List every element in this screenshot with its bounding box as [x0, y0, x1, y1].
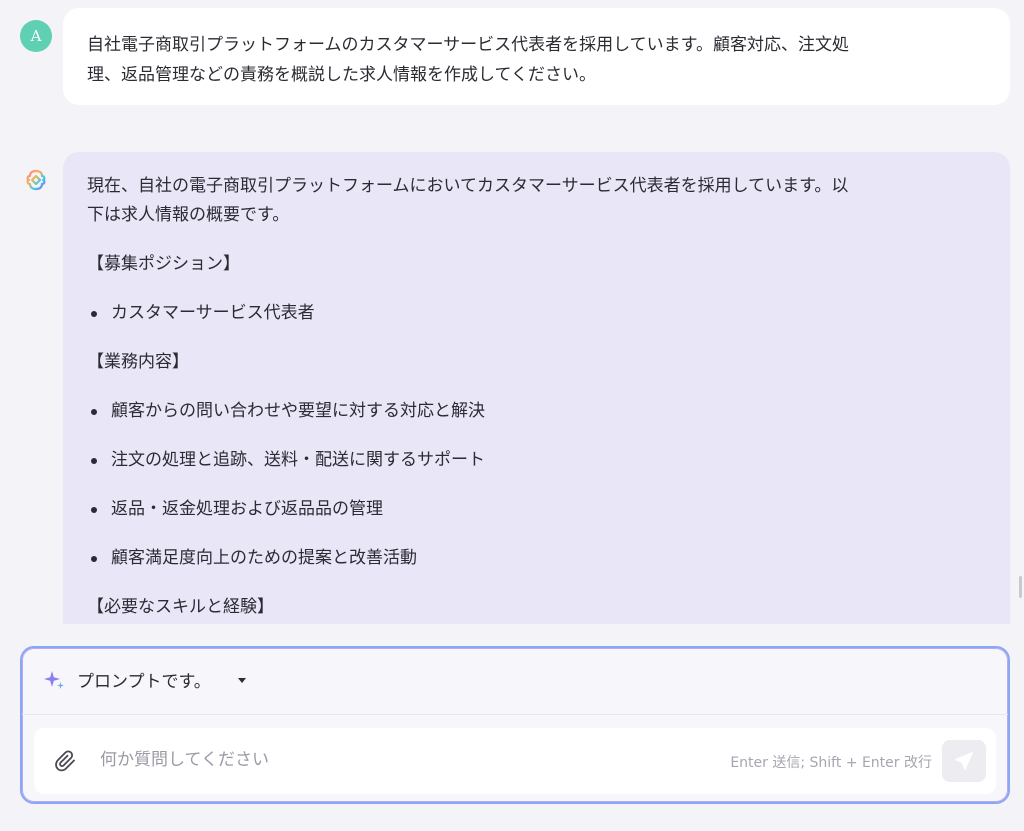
assistant-logo-icon [26, 169, 46, 191]
list-item: カスタマーサービス代表者 [87, 299, 986, 328]
assistant-message: 現在、自社の電子商取引プラットフォームにおいてカスタマーサービス代表者を採用して… [63, 152, 1010, 624]
assistant-intro-line-1: 現在、自社の電子商取引プラットフォームにおいてカスタマーサービス代表者を採用して… [87, 176, 849, 196]
chat-area: A 自社電子商取引プラットフォームのカスタマーサービス代表者を採用しています。顧… [0, 0, 1024, 624]
list-item: 顧客満足度向上のための提案と改善活動 [87, 544, 986, 573]
user-message-line-2: 理、返品管理などの責務を概説した求人情報を作成してください。 [87, 65, 596, 85]
assistant-intro-line-2: 下は求人情報の概要です。 [87, 205, 290, 225]
skills-heading: 【必要なスキルと経験】 [87, 597, 274, 617]
list-item: 注文の処理と追跡、送料・配送に関するサポート [87, 446, 986, 475]
list-item: 顧客からの問い合わせや要望に対する対応と解決 [87, 397, 986, 426]
scrollbar-thumb[interactable] [1019, 576, 1022, 598]
chevron-down-icon[interactable] [238, 678, 246, 683]
duties-heading: 【業務内容】 [87, 352, 189, 372]
user-message: 自社電子商取引プラットフォームのカスタマーサービス代表者を採用しています。顧客対… [63, 8, 1010, 105]
prompt-selector[interactable]: プロンプトです。 [22, 648, 1008, 715]
send-hint: Enter 送信; Shift + Enter 改行 [730, 755, 932, 771]
send-icon [955, 752, 973, 770]
prompt-label[interactable]: プロンプトです。 [77, 667, 211, 692]
message-input[interactable] [98, 746, 622, 774]
message-input-row: Enter 送信; Shift + Enter 改行 [34, 728, 996, 794]
send-button[interactable] [942, 740, 986, 782]
user-avatar: A [20, 20, 52, 52]
user-message-line-1: 自社電子商取引プラットフォームのカスタマーサービス代表者を採用しています。顧客対… [87, 35, 849, 55]
list-item: 返品・返金処理および返品品の管理 [87, 495, 986, 524]
assistant-intro: 現在、自社の電子商取引プラットフォームにおいてカスタマーサービス代表者を採用して… [87, 172, 986, 230]
composer: プロンプトです。 Enter 送信; Shift + Enter 改行 [20, 646, 1010, 804]
position-heading: 【募集ポジション】 [87, 254, 240, 274]
sparkle-icon [44, 671, 64, 689]
paperclip-icon[interactable] [54, 749, 78, 773]
